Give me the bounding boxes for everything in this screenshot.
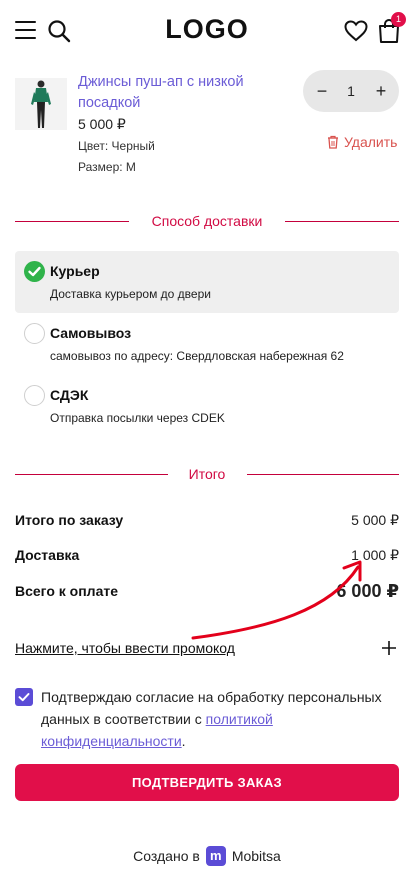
delivery-cost-label: Доставка [15,547,80,563]
grand-total-value: 6 000 ₽ [336,581,399,601]
delivery-option-courier[interactable]: Курьер Доставка курьером до двери [15,251,399,313]
brand-name[interactable]: Mobitsa [232,848,281,864]
product-color: Цвет: Черный [78,139,155,153]
delivery-option-desc: Доставка курьером до двери [50,287,211,301]
promo-code-link[interactable]: Нажмите, чтобы ввести промокод [15,640,235,656]
delivery-option-desc: Отправка посылки через CDEK [50,411,225,425]
checkmark-icon [18,693,30,702]
consent-text: Подтверждаю согласие на обработку персон… [41,686,399,752]
consent-checkbox[interactable] [15,688,33,706]
quantity-stepper: − 1 + [303,70,399,112]
delivery-option-pickup[interactable]: Самовывоз самовывоз по адресу: Свердловс… [15,313,399,375]
mobitsa-logo-icon[interactable]: m [205,846,226,866]
cart-count-badge: 1 [391,12,406,27]
header: LOGO 1 [0,0,414,64]
confirm-order-button[interactable]: ПОДТВЕРДИТЬ ЗАКАЗ [15,764,399,801]
grand-total-label: Всего к оплате [15,583,118,599]
order-total-label: Итого по заказу [15,512,124,528]
delivery-cost-row: Доставка 1 000 ₽ [15,547,399,567]
quantity-value: 1 [347,83,355,99]
delivery-option-title: Курьер [50,263,100,279]
delivery-option-desc: самовывоз по адресу: Свердловская набере… [50,349,344,363]
product-size: Размер: M [78,160,136,174]
product-price: 5 000 ₽ [78,116,126,132]
totals-section-title: Итого [15,465,399,483]
delete-button[interactable]: Удалить [327,133,397,151]
radio-icon[interactable] [24,385,45,406]
delivery-option-cdek[interactable]: СДЭК Отправка посылки через CDEK [15,375,399,437]
product-name[interactable]: Джинсы пуш-ап с низкой посадкой [78,72,283,114]
radio-icon[interactable] [24,323,45,344]
totals-title: Итого [188,466,226,482]
consent-text-after: . [181,733,186,749]
plus-icon[interactable] [380,639,398,657]
created-by-label: Создано в [133,848,200,864]
delete-label: Удалить [344,134,398,150]
delivery-cost-value: 1 000 ₽ [351,547,399,563]
quantity-increase-button[interactable]: + [365,70,397,112]
delivery-option-title: Самовывоз [50,325,132,341]
heart-icon[interactable] [344,20,368,42]
footer: Создано в m Mobitsa [0,845,414,867]
delivery-option-title: СДЭК [50,387,89,403]
quantity-decrease-button[interactable]: − [306,70,338,112]
order-total-row: Итого по заказу 5 000 ₽ [15,512,399,532]
trash-icon [328,135,338,149]
order-total-value: 5 000 ₽ [351,512,399,528]
delivery-title: Способ доставки [151,213,263,229]
grand-total-row: Всего к оплате 6 000 ₽ [15,581,399,603]
product-image[interactable] [15,78,67,130]
delivery-section-title: Способ доставки [15,212,399,230]
radio-checked-icon[interactable] [24,261,45,282]
